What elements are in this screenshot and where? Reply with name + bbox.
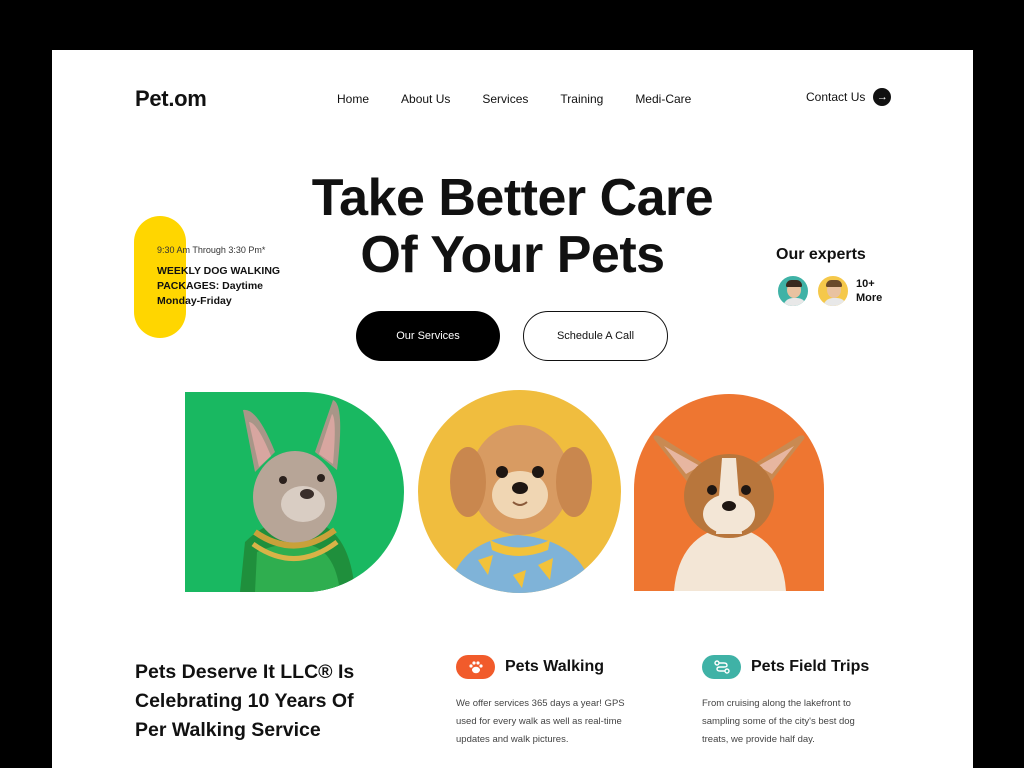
service-pets-field-trips: Pets Field Trips From cruising along the… [702, 655, 882, 749]
french-bulldog-illustration [240, 400, 355, 592]
nav-item-medi-care[interactable]: Medi-Care [635, 92, 691, 106]
main-nav: Home About Us Services Training Medi-Car… [337, 92, 723, 106]
schedule-info: 9:30 Am Through 3:30 Pm* WEEKLY DOG WALK… [157, 245, 297, 309]
expert-avatar-1[interactable] [776, 274, 810, 308]
corgi-puppy-illustration [653, 435, 805, 591]
page-frame: Pet.om Home About Us Services Training M… [52, 50, 973, 768]
experts-avatars: 10+ More [776, 274, 882, 308]
schedule-time: 9:30 Am Through 3:30 Pm* [157, 245, 266, 255]
hero-title-line-1: Take Better Care [311, 169, 714, 227]
experts-more-count: 10+ [856, 278, 875, 290]
experts-more[interactable]: 10+ More [856, 277, 882, 305]
nav-item-about-us[interactable]: About Us [401, 92, 450, 106]
schedule-line-3: Monday-Friday [157, 295, 232, 307]
service-title: Pets Field Trips [751, 658, 870, 675]
contact-us-link[interactable]: Contact Us → [806, 88, 892, 106]
service-title: Pets Walking [505, 658, 604, 675]
pet-image-fluffy-dog [418, 390, 621, 593]
anniversary-line-1: Pets Deserve It LLC® Is [135, 661, 355, 683]
nav-item-home[interactable]: Home [337, 92, 369, 106]
pet-image-corgi-puppy [634, 394, 824, 591]
nav-item-services[interactable]: Services [482, 92, 528, 106]
experts-panel: Our experts 10+ More [776, 246, 882, 308]
service-description: We offer services 365 days a year! GPS u… [456, 698, 625, 745]
brand-logo[interactable]: Pet.om [135, 86, 207, 112]
schedule-call-button[interactable]: Schedule A Call [523, 311, 668, 361]
fluffy-dog-illustration [448, 425, 593, 593]
schedule-description: WEEKLY DOG WALKING PACKAGES: Daytime Mon… [157, 264, 297, 309]
paw-icon [456, 655, 495, 679]
anniversary-line-2: Celebrating 10 Years Of [135, 690, 354, 712]
arrow-right-icon: → [873, 88, 892, 106]
service-pets-walking: Pets Walking We offer services 365 days … [456, 655, 636, 749]
experts-more-label: More [856, 292, 883, 304]
schedule-line-1: WEEKLY DOG WALKING [157, 265, 281, 277]
route-icon [702, 655, 741, 679]
experts-title: Our experts [776, 246, 866, 263]
our-services-button[interactable]: Our Services [356, 311, 500, 361]
service-description: From cruising along the lakefront to sam… [702, 698, 855, 745]
nav-item-training[interactable]: Training [560, 92, 603, 106]
schedule-line-2: PACKAGES: Daytime [157, 280, 263, 292]
anniversary-heading: Pets Deserve It LLC® Is Celebrating 10 Y… [135, 658, 395, 745]
anniversary-line-3: Per Walking Service [135, 719, 321, 741]
pet-image-french-bulldog [185, 392, 404, 592]
expert-avatar-2[interactable] [816, 274, 850, 308]
contact-us-label: Contact Us [806, 90, 866, 104]
